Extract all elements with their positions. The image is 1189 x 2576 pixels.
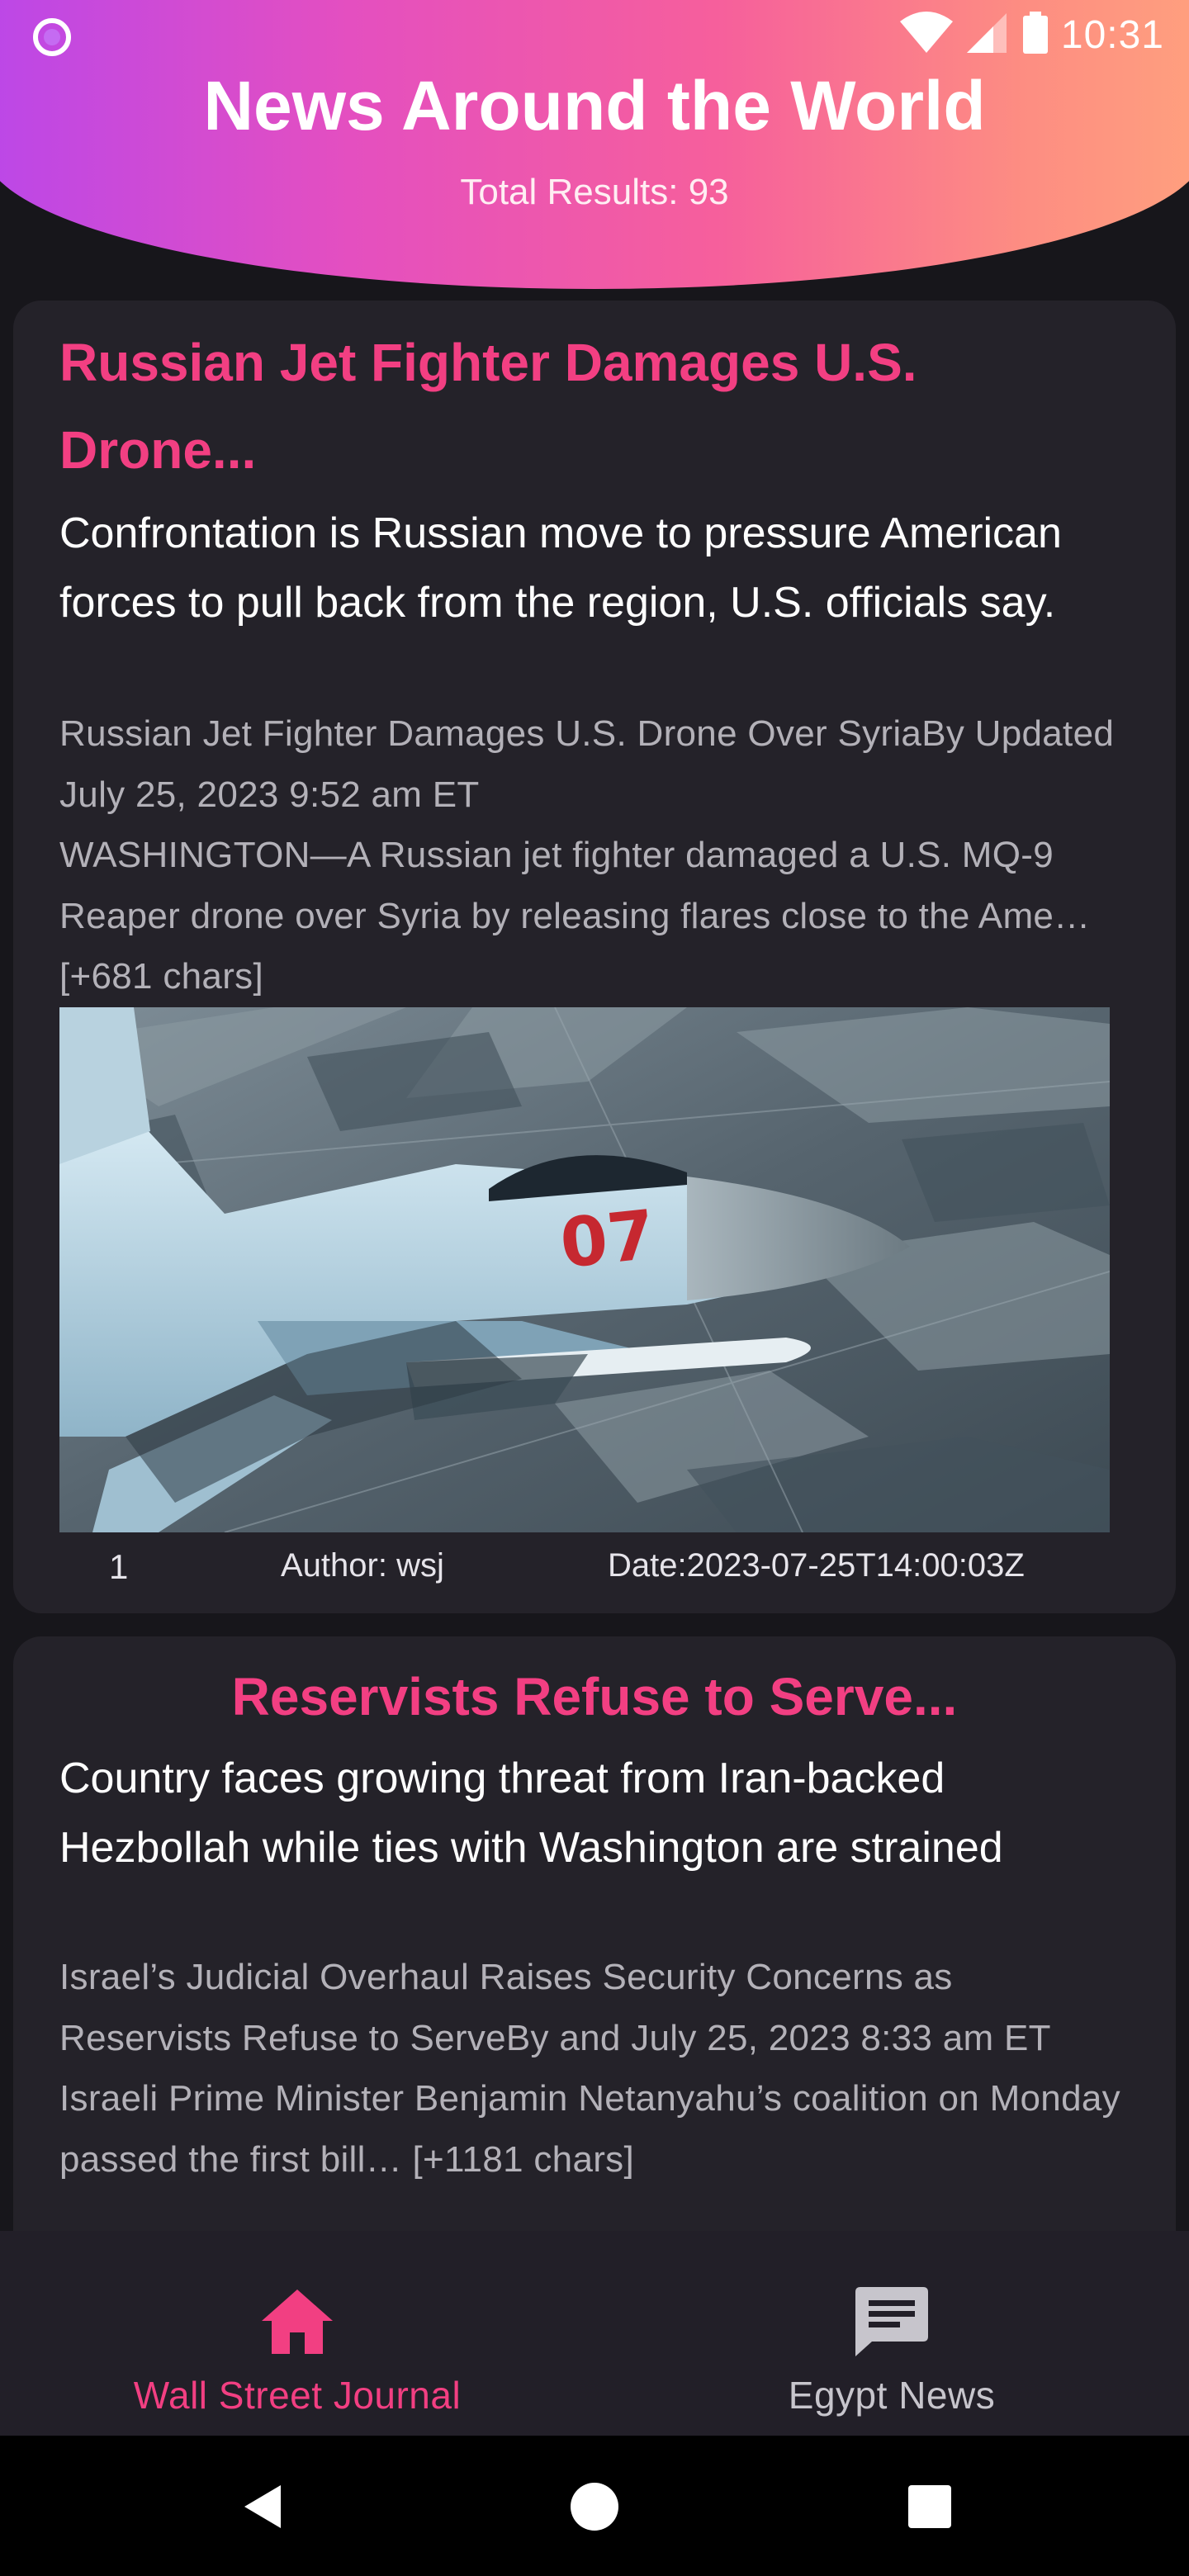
fighter-jet-photo[interactable]: 07	[59, 1007, 1110, 1532]
system-navigation-bar	[0, 2436, 1189, 2576]
article-description: Country faces growing threat from Iran-b…	[59, 1754, 1003, 1872]
nav-label-egypt-news: Egypt News	[788, 2374, 996, 2417]
article-meta-row: 1 Author: wsj Date:2023-07-25T14:00:03Z	[13, 1539, 1176, 1605]
article-card[interactable]: Reservists Refuse to Serve... Country fa…	[13, 1636, 1176, 2264]
total-results-count: Total Results: 93	[460, 172, 729, 212]
wifi-icon	[899, 11, 954, 59]
nav-item-egypt-news[interactable]: Egypt News	[594, 2231, 1189, 2436]
chat-icon	[852, 2282, 931, 2361]
cellular-signal-icon	[965, 12, 1010, 59]
back-icon[interactable]	[233, 2477, 292, 2536]
battery-icon	[1021, 11, 1049, 59]
nav-label-wall-street-journal: Wall Street Journal	[133, 2374, 462, 2417]
article-description: Confrontation is Russian move to pressur…	[59, 509, 1062, 627]
article-index: 1	[109, 1547, 129, 1586]
news-screen: 10:31 News Around the World Total Result…	[0, 0, 1189, 2576]
article-content: Russian Jet Fighter Damages U.S. Drone O…	[59, 713, 1115, 997]
article-content: Israel’s Judicial Overhaul Raises Securi…	[59, 1957, 1120, 2180]
article-author: Author: wsj	[281, 1547, 444, 1584]
app-notification-dot-icon	[31, 17, 73, 58]
article-title: Reservists Refuse to Serve...	[231, 1667, 958, 1726]
status-right-cluster: 10:31	[899, 8, 1164, 61]
svg-text:07: 07	[557, 1196, 658, 1283]
article-date: Date:2023-07-25T14:00:03Z	[608, 1547, 1025, 1584]
bottom-navigation: Wall Street Journal Egypt News	[0, 2231, 1189, 2436]
page-title: News Around the World	[203, 67, 986, 144]
home-icon	[258, 2282, 337, 2361]
nav-item-wall-street-journal[interactable]: Wall Street Journal	[0, 2231, 594, 2436]
recent-apps-icon[interactable]	[900, 2477, 959, 2536]
article-card[interactable]: Russian Jet Fighter Damages U.S. Drone..…	[13, 301, 1176, 1613]
clock-time: 10:31	[1060, 12, 1164, 57]
status-bar: 10:31	[0, 0, 1189, 71]
article-title: Russian Jet Fighter Damages U.S. Drone..…	[59, 333, 917, 480]
home-circle-icon[interactable]	[565, 2477, 624, 2536]
